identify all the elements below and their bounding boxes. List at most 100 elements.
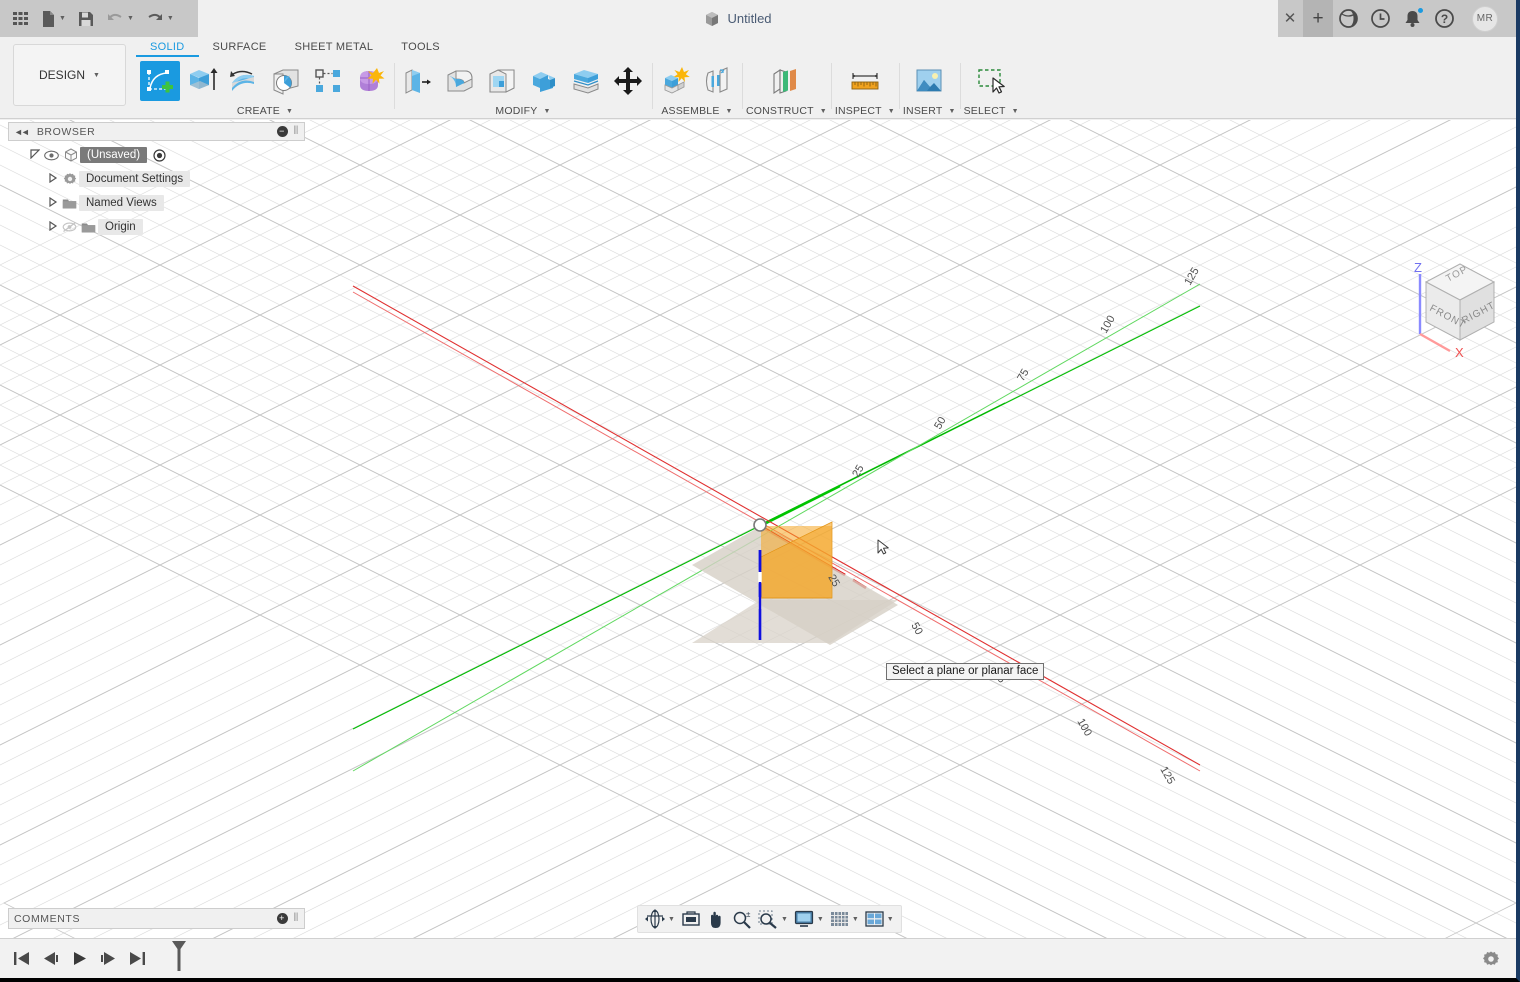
new-tab-button[interactable]: +: [1303, 0, 1333, 37]
svg-text:100: 100: [1074, 717, 1094, 739]
panel-label-assemble[interactable]: ASSEMBLE ▼: [661, 103, 732, 119]
tab-sheet-metal[interactable]: SHEET METAL: [281, 37, 388, 55]
fusion-360-window: ▼ ▼ ▼ Untitled ✕ + ? MR DESIGN ▼ SOLID S…: [0, 0, 1520, 982]
document-title-group: Untitled: [198, 0, 1278, 37]
tree-label-unsaved[interactable]: (Unsaved): [80, 147, 148, 163]
shell-tool[interactable]: [482, 61, 522, 101]
gear-icon[interactable]: [1482, 950, 1500, 973]
close-tab-button[interactable]: ✕: [1281, 9, 1299, 27]
panel-label-select[interactable]: SELECT ▼: [964, 103, 1019, 119]
timeline-step-back-button[interactable]: [41, 949, 60, 968]
panel-resize-grip[interactable]: ⦀: [294, 125, 299, 138]
select-tool[interactable]: [969, 61, 1013, 101]
tree-row-document-settings[interactable]: Document Settings: [8, 170, 305, 188]
sweep-tool[interactable]: [266, 61, 306, 101]
timeline-bar: [0, 938, 1516, 978]
fillet-tool[interactable]: [440, 61, 480, 101]
panel-construct: CONSTRUCT ▼: [742, 57, 831, 119]
panel-label-insert[interactable]: INSERT ▼: [903, 103, 956, 119]
avatar[interactable]: MR: [1472, 5, 1498, 32]
pattern-tool[interactable]: [308, 61, 348, 101]
panel-create: CREATE ▼: [136, 57, 394, 119]
panel-label-inspect[interactable]: INSPECT ▼: [835, 103, 895, 119]
cube-icon: [706, 11, 719, 26]
panel-label-create[interactable]: CREATE ▼: [237, 103, 293, 119]
chevron-down-icon: ▼: [819, 107, 827, 115]
combine-tool[interactable]: [524, 61, 564, 101]
workspace-selector[interactable]: DESIGN ▼: [13, 44, 126, 106]
timeline-play-button[interactable]: [70, 949, 89, 968]
minus-circle-icon[interactable]: −: [276, 126, 288, 137]
revolve-tool[interactable]: [224, 61, 264, 101]
eye-icon[interactable]: [42, 150, 61, 161]
save-button[interactable]: [72, 4, 100, 34]
grid-snaps-button[interactable]: ▼: [827, 907, 862, 931]
extensions-icon[interactable]: [1338, 8, 1359, 29]
panel-resize-grip[interactable]: ⦀: [294, 912, 299, 925]
create-sketch-tool[interactable]: [140, 61, 180, 101]
undo-button[interactable]: ▼: [100, 4, 140, 34]
offset-face-tool[interactable]: [566, 61, 606, 101]
view-cube[interactable]: Z X TOP FRONT RIGHT: [1398, 252, 1508, 362]
job-status-icon[interactable]: [1370, 8, 1391, 29]
activate-component-radio[interactable]: [150, 148, 169, 162]
gear-icon: [60, 172, 79, 186]
expand-triangle-icon[interactable]: [46, 172, 60, 185]
tree-label-named-views[interactable]: Named Views: [79, 195, 164, 211]
collapse-arrows-icon[interactable]: ◄◄: [14, 127, 30, 137]
chevron-down-icon: ▼: [166, 15, 174, 22]
timeline-step-forward-button[interactable]: [99, 949, 118, 968]
eye-hidden-icon[interactable]: [60, 221, 79, 233]
redo-button[interactable]: ▼: [140, 4, 180, 34]
tree-label-document-settings[interactable]: Document Settings: [79, 171, 191, 187]
svg-text:?: ?: [1441, 12, 1448, 26]
tab-solid[interactable]: SOLID: [136, 37, 199, 57]
timeline-go-to-end-button[interactable]: [128, 949, 147, 968]
press-pull-tool[interactable]: [398, 61, 438, 101]
tab-tools[interactable]: TOOLS: [387, 37, 454, 55]
offset-plane-tool[interactable]: [764, 61, 808, 101]
zoom-window-button[interactable]: ▼: [755, 907, 791, 931]
ribbon: DESIGN ▼ SOLID SURFACE SHEET METAL TOOLS: [0, 37, 1516, 119]
file-menu-button[interactable]: ▼: [35, 4, 72, 34]
tree-row-named-views[interactable]: Named Views: [8, 194, 305, 212]
panel-select: SELECT ▼: [959, 57, 1023, 119]
measure-tool[interactable]: [843, 61, 887, 101]
document-tab[interactable]: Untitled: [198, 0, 1278, 37]
panel-label-modify[interactable]: MODIFY ▼: [495, 103, 550, 119]
svg-text:100: 100: [1098, 314, 1118, 336]
expand-triangle-icon[interactable]: [28, 149, 42, 161]
origin-point: [753, 518, 767, 532]
fit-button[interactable]: [678, 907, 704, 931]
joint-tool[interactable]: [698, 61, 738, 101]
svg-text:75: 75: [1015, 367, 1032, 384]
plus-circle-icon[interactable]: +: [276, 913, 288, 924]
chevron-down-icon: ▼: [1011, 107, 1019, 115]
panel-label-construct[interactable]: CONSTRUCT ▼: [746, 103, 827, 119]
tree-label-origin[interactable]: Origin: [98, 219, 143, 235]
create-form-tool[interactable]: [350, 61, 390, 101]
extrude-tool[interactable]: [182, 61, 222, 101]
tree-row-unsaved[interactable]: (Unsaved): [8, 146, 305, 164]
viewport-canvas[interactable]: 25 50 75 100 125 25 50 75 100 125: [0, 120, 1516, 938]
insert-canvas-tool[interactable]: [907, 61, 951, 101]
show-data-panel-button[interactable]: [6, 4, 35, 34]
help-icon[interactable]: ?: [1434, 8, 1455, 29]
notifications-icon[interactable]: [1402, 7, 1424, 29]
expand-triangle-icon[interactable]: [46, 220, 60, 233]
y-axis-positive: [759, 484, 841, 528]
zoom-button[interactable]: ±: [729, 907, 755, 931]
move-copy-tool[interactable]: [608, 61, 648, 101]
expand-triangle-icon[interactable]: [46, 196, 60, 209]
timeline-marker[interactable]: [170, 939, 188, 978]
display-settings-button[interactable]: ▼: [791, 907, 827, 931]
new-component-tool[interactable]: [656, 61, 696, 101]
svg-text:50: 50: [908, 621, 925, 638]
timeline-go-to-beginning-button[interactable]: [12, 949, 31, 968]
viewports-button[interactable]: ▼: [862, 907, 897, 931]
pan-button[interactable]: [704, 907, 729, 931]
tab-surface[interactable]: SURFACE: [199, 37, 281, 55]
svg-text:125: 125: [1157, 765, 1177, 787]
orbit-button[interactable]: ▼: [642, 907, 678, 931]
tree-row-origin[interactable]: Origin: [8, 218, 305, 236]
